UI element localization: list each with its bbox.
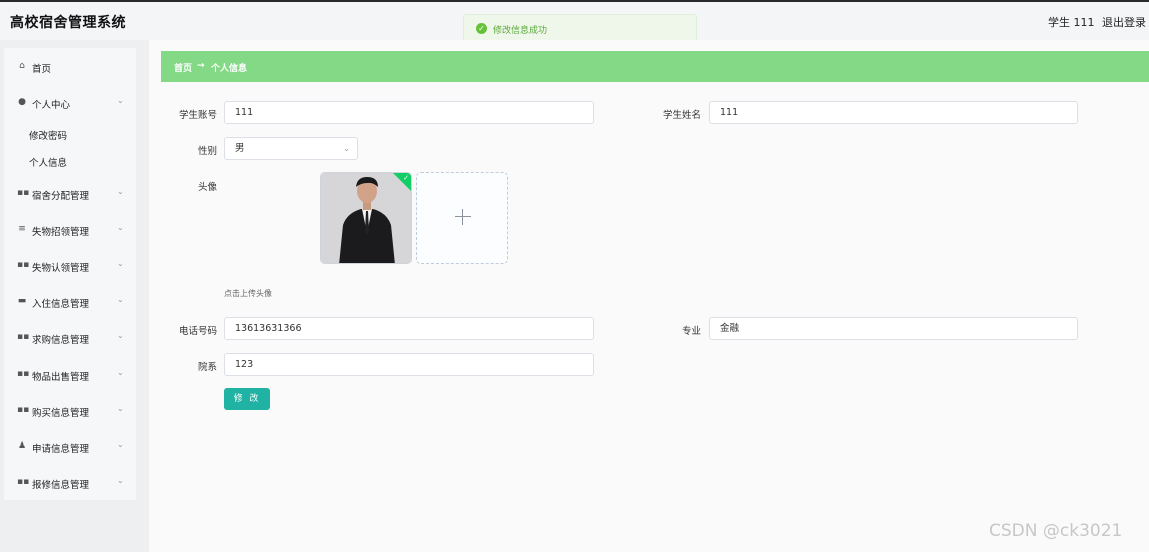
avatar-upload-button[interactable] (416, 172, 508, 264)
sidebar-item-lost-claim[interactable]: ▪▪ 失物认领管理 ⌄ (4, 256, 136, 276)
grid-icon: ▪▪ (17, 405, 30, 415)
sidebar-item-label: 物品出售管理 (32, 372, 90, 383)
grid-icon: ▪▪ (17, 260, 30, 270)
grid-icon: ▪▪ (17, 188, 30, 198)
success-check-icon: ✓ (476, 23, 487, 34)
department-label: 院系 (197, 362, 217, 373)
phone-label: 电话号码 (178, 326, 217, 337)
chevron-down-icon: ⌄ (117, 404, 124, 413)
chevron-down-icon: ⌄ (117, 223, 124, 232)
sidebar-item-repair[interactable]: ▪▪ 报修信息管理 ⌄ (4, 473, 136, 493)
sidebar-subitem-label: 修改密码 (29, 131, 68, 142)
gender-select[interactable]: 男 ⌄ (224, 137, 358, 160)
chevron-down-icon: ⌄ (117, 187, 124, 196)
sidebar-item-checkin[interactable]: ▬ 入住信息管理 ⌄ (4, 292, 136, 312)
chevron-down-icon: ⌄ (343, 144, 350, 153)
sidebar-item-lost-found[interactable]: ≡ 失物招领管理 ⌄ (4, 220, 136, 240)
sidebar-item-purchase[interactable]: ▪▪ 购买信息管理 ⌄ (4, 401, 136, 421)
avatar-image[interactable]: ✓ (320, 172, 412, 264)
home-icon: ⌂ (19, 61, 25, 71)
modify-button[interactable]: 修 改 (224, 388, 270, 410)
sidebar-item-personal-center[interactable]: ● 个人中心 ⌄ (4, 93, 136, 113)
student-name-input[interactable]: 111 (709, 101, 1078, 124)
breadcrumb-current: 个人信息 (211, 64, 248, 74)
sidebar-item-label: 申请信息管理 (32, 444, 90, 455)
avatar-upload-tip: 点击上传头像 (224, 289, 272, 298)
logout-link[interactable]: 退出登录 (1102, 14, 1146, 30)
sidebar-subitem-change-password[interactable]: 修改密码 (4, 125, 136, 143)
sidebar-item-label: 入住信息管理 (32, 299, 90, 310)
sidebar-item-label: 失物认领管理 (32, 263, 90, 274)
bed-icon: ▬ (17, 296, 27, 306)
chevron-down-icon: ⌄ (117, 295, 124, 304)
phone-input[interactable]: 13613631366 (224, 317, 594, 340)
sidebar-item-wanted[interactable]: ▪▪ 求购信息管理 ⌄ (4, 328, 136, 348)
toast-message: 修改信息成功 (493, 26, 548, 36)
major-label: 专业 (681, 326, 701, 337)
sidebar: ⌂ 首页 ● 个人中心 ⌄ 修改密码 个人信息 ▪▪ 宿舍分配管理 ⌄ ≡ 失物… (4, 48, 136, 500)
current-user: 学生 111 (1048, 16, 1095, 29)
watermark: CSDN @ck3021 (989, 521, 1123, 541)
success-toast: ✓ 修改信息成功 (463, 14, 697, 43)
major-input[interactable]: 金融 (709, 317, 1078, 340)
list-icon: ≡ (18, 224, 26, 234)
sidebar-item-sale[interactable]: ▪▪ 物品出售管理 ⌄ (4, 365, 136, 385)
gender-select-value: 男 (235, 143, 245, 154)
user-icon: ● (18, 97, 26, 107)
sidebar-item-label: 求购信息管理 (32, 335, 90, 346)
sidebar-subitem-personal-info[interactable]: 个人信息 (4, 152, 136, 170)
sidebar-item-application[interactable]: ♟ 申请信息管理 ⌄ (4, 437, 136, 457)
chevron-down-icon: ⌄ (117, 96, 124, 105)
sidebar-item-label: 报修信息管理 (32, 480, 90, 491)
sidebar-item-label: 购买信息管理 (32, 408, 90, 419)
plus-icon (462, 209, 463, 225)
breadcrumb: 首页 → 个人信息 (161, 51, 1149, 82)
chevron-down-icon: ⌄ (117, 368, 124, 377)
sidebar-item-home[interactable]: ⌂ 首页 (4, 57, 136, 77)
sidebar-item-dorm-assignment[interactable]: ▪▪ 宿舍分配管理 ⌄ (4, 184, 136, 204)
grid-icon: ▪▪ (17, 477, 30, 487)
sidebar-item-label: 个人中心 (32, 100, 71, 111)
avatar-label: 头像 (197, 182, 217, 193)
sidebar-item-label: 首页 (32, 64, 52, 75)
app-title: 高校宿舍管理系统 (10, 15, 126, 31)
grid-icon: ▪▪ (17, 332, 30, 342)
breadcrumb-separator: → (197, 61, 205, 71)
chevron-down-icon: ⌄ (117, 476, 124, 485)
plus-icon-bar (455, 216, 471, 217)
student-account-input[interactable]: 111 (224, 101, 594, 124)
department-input[interactable]: 123 (224, 353, 594, 376)
chevron-down-icon: ⌄ (117, 259, 124, 268)
sidebar-item-label: 失物招领管理 (32, 227, 90, 238)
person-icon: ♟ (17, 441, 27, 451)
gender-label: 性别 (197, 146, 217, 157)
student-name-label: 学生姓名 (662, 110, 701, 121)
breadcrumb-home[interactable]: 首页 (174, 61, 192, 74)
sidebar-subitem-label: 个人信息 (29, 158, 68, 169)
chevron-down-icon: ⌄ (117, 331, 124, 340)
grid-icon: ▪▪ (17, 369, 30, 379)
student-account-label: 学生账号 (178, 110, 217, 121)
chevron-down-icon: ⌄ (117, 440, 124, 449)
sidebar-item-label: 宿舍分配管理 (32, 191, 90, 202)
check-icon: ✓ (403, 174, 409, 182)
